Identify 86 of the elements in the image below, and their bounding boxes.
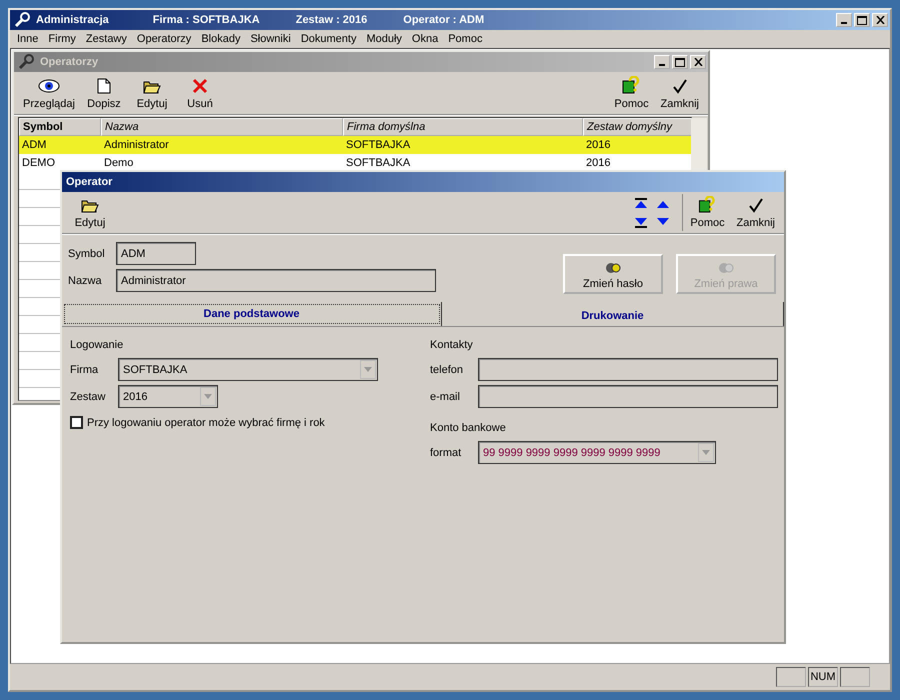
menu-item[interactable]: Okna bbox=[406, 33, 444, 45]
toolbar-button[interactable]: Pomoc bbox=[683, 194, 732, 231]
email-field[interactable] bbox=[478, 385, 778, 408]
maximize-button[interactable] bbox=[854, 13, 870, 27]
menu-item[interactable]: Słowniki bbox=[245, 33, 296, 45]
section-heading: Konto bankowe bbox=[430, 422, 507, 434]
symbol-field[interactable]: ADM bbox=[116, 242, 196, 265]
toolbar-button[interactable]: Zamknij bbox=[731, 194, 780, 231]
table-cell-text: SOFTBAJKA bbox=[345, 157, 412, 169]
field-label: e-mail bbox=[430, 390, 461, 402]
window-title: Administracja bbox=[36, 14, 109, 26]
maximize-icon bbox=[675, 58, 685, 66]
caret-icon bbox=[204, 394, 212, 399]
context-label: Operator : ADM bbox=[403, 14, 484, 26]
check-icon bbox=[748, 197, 764, 213]
table-cell-text: DEMO bbox=[21, 157, 56, 169]
caret-icon bbox=[702, 450, 710, 455]
menu-item[interactable]: Pomoc bbox=[443, 33, 488, 45]
field-label: Nazwa bbox=[68, 274, 103, 286]
table-cell-text: 2016 bbox=[585, 157, 612, 169]
eye-icon bbox=[38, 78, 60, 94]
field-label: Symbol bbox=[68, 248, 106, 260]
field-label: telefon bbox=[430, 364, 464, 376]
section-heading: Kontakty bbox=[430, 339, 474, 351]
table-cell-text: Administrator bbox=[103, 139, 170, 151]
close-button[interactable] bbox=[690, 55, 706, 69]
field-label: Zestaw bbox=[70, 390, 106, 402]
section-heading: Logowanie bbox=[70, 339, 124, 351]
folder-icon bbox=[81, 198, 99, 213]
phone-field[interactable] bbox=[478, 358, 778, 381]
toolbar-button[interactable]: Usuń bbox=[176, 74, 224, 112]
close-button[interactable] bbox=[872, 13, 888, 27]
toolbar-button[interactable]: Zamknij bbox=[655, 74, 704, 112]
menu-item[interactable]: Operatorzy bbox=[132, 33, 196, 45]
window-title: Operator bbox=[66, 176, 112, 188]
close-icon bbox=[694, 58, 702, 66]
firm-dropdown[interactable]: SOFTBAJKA bbox=[118, 358, 378, 381]
first-record-icon[interactable] bbox=[634, 198, 648, 210]
minimize-button[interactable] bbox=[836, 13, 852, 27]
column-header[interactable]: Firma domyślna bbox=[343, 118, 583, 136]
context-label: Zestaw : 2016 bbox=[296, 14, 368, 26]
menu-item[interactable]: Firmy bbox=[43, 33, 81, 45]
checkbox[interactable] bbox=[70, 416, 83, 429]
maximize-button[interactable] bbox=[672, 55, 688, 69]
last-record-icon[interactable] bbox=[634, 216, 648, 228]
format-dropdown[interactable]: 99 9999 9999 9999 9999 9999 9999 bbox=[478, 441, 716, 464]
table-cell-text: ADM bbox=[21, 139, 48, 151]
field-label: Firma bbox=[70, 364, 100, 376]
minimize-button[interactable] bbox=[654, 55, 670, 69]
status-pane bbox=[840, 667, 870, 687]
context-label: Firma : SOFTBAJKA bbox=[152, 14, 260, 26]
toolbar-button[interactable]: Edytuj bbox=[128, 74, 176, 112]
checkbox-label: Przy logowaniu operator może wybrać firmę i rok bbox=[87, 416, 325, 428]
menu-item[interactable]: Blokady bbox=[196, 33, 246, 45]
name-field[interactable]: Administrator bbox=[116, 269, 436, 292]
table-cell-text: 2016 bbox=[585, 139, 612, 151]
toolbar-button[interactable]: Edytuj bbox=[66, 194, 114, 231]
status-pane bbox=[776, 667, 806, 687]
column-header[interactable]: Symbol bbox=[19, 118, 101, 136]
help-icon bbox=[698, 196, 716, 213]
folder-icon bbox=[142, 79, 161, 94]
check-icon bbox=[672, 78, 688, 94]
table-row[interactable]: ADM Administrator SOFTBAJKA 2016 bbox=[19, 136, 691, 154]
field-label: format bbox=[430, 446, 462, 458]
toolbar-button[interactable]: Pomoc bbox=[607, 74, 656, 112]
menu-item[interactable]: Moduły bbox=[361, 33, 407, 45]
column-header[interactable]: Nazwa bbox=[101, 118, 343, 136]
delete-icon bbox=[192, 78, 208, 94]
table-cell-text: Demo bbox=[103, 157, 134, 169]
toolbar-button[interactable]: Przeglądaj bbox=[18, 74, 80, 112]
document-icon bbox=[96, 78, 111, 94]
menu-item[interactable]: Inne bbox=[12, 33, 44, 45]
help-icon bbox=[622, 76, 640, 94]
caret-icon bbox=[364, 367, 372, 372]
status-indicator: NUM bbox=[808, 667, 838, 687]
close-icon bbox=[876, 16, 884, 24]
table-cell-text: SOFTBAJKA bbox=[345, 139, 412, 151]
toolbar-button[interactable]: Dopisz bbox=[80, 74, 128, 112]
menu-item[interactable]: Dokumenty bbox=[296, 33, 362, 45]
action-button[interactable]: Zmień hasło bbox=[563, 254, 663, 294]
tab[interactable]: Dane podstawowe bbox=[62, 302, 442, 326]
down-arrow-icon[interactable] bbox=[656, 216, 670, 228]
set-dropdown[interactable]: 2016 bbox=[118, 385, 218, 408]
maximize-icon bbox=[857, 16, 867, 24]
menu-item[interactable]: Zestawy bbox=[80, 33, 132, 45]
window-title: Operatorzy bbox=[40, 56, 98, 68]
